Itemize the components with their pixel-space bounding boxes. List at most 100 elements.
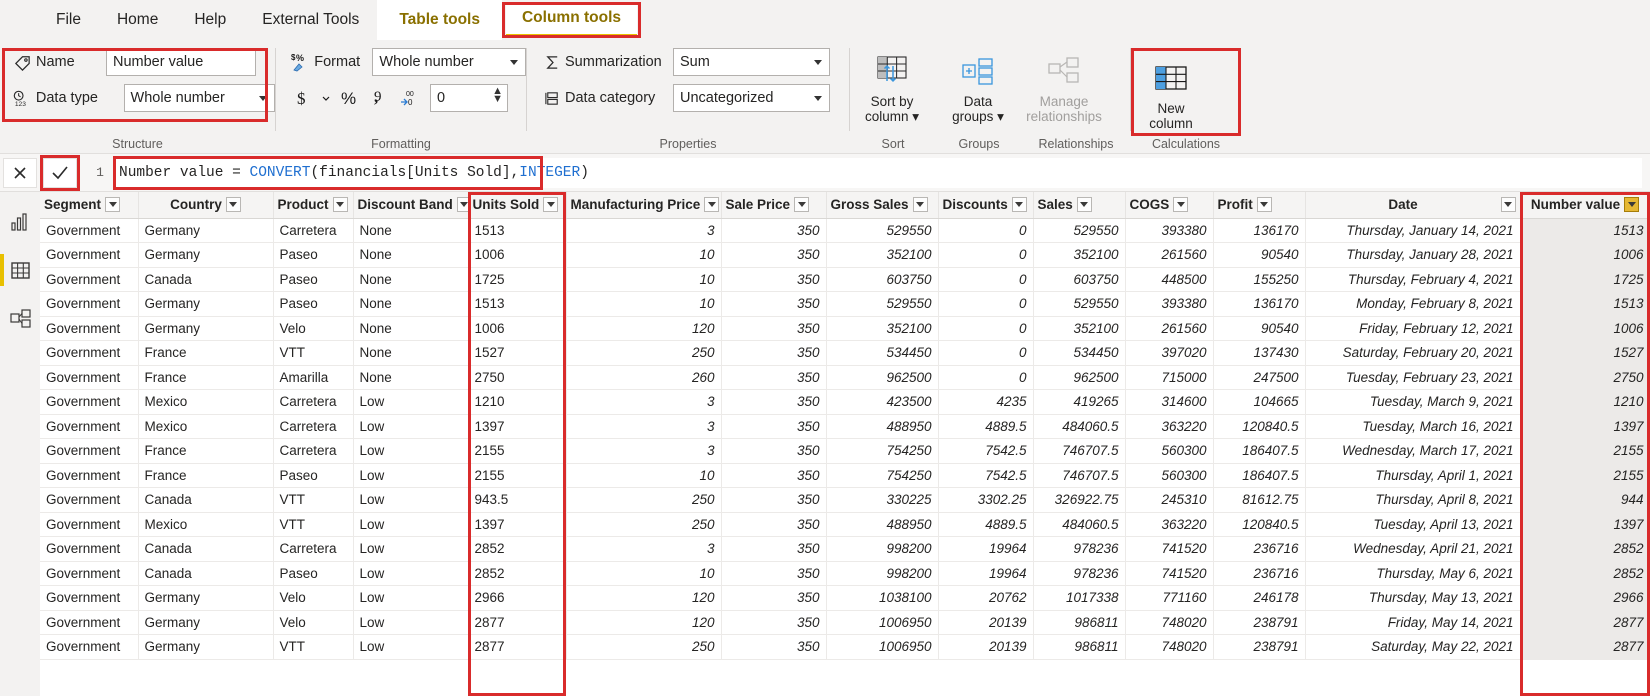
cell-profit[interactable]: 246178 xyxy=(1213,585,1306,611)
cell-sales[interactable]: 986811 xyxy=(1033,610,1126,635)
cell-product[interactable]: Paseo xyxy=(273,242,354,268)
cell-number-value[interactable]: 2155 xyxy=(1520,438,1650,464)
cell-discounts[interactable]: 20139 xyxy=(938,634,1034,660)
cell-profit[interactable]: 137430 xyxy=(1213,340,1306,366)
cell-sale-price[interactable]: 350 xyxy=(721,536,827,562)
table-row[interactable]: Government Germany Paseo None 1513 10 350 52955… xyxy=(40,291,1650,317)
cell-country[interactable]: Germany xyxy=(138,316,274,341)
cell-sale-price[interactable]: 350 xyxy=(721,365,827,390)
cell-discounts[interactable]: 0 xyxy=(938,316,1034,341)
column-header-discount-band[interactable]: Discount Band xyxy=(353,192,472,219)
cell-discount-band[interactable]: Low xyxy=(353,414,469,439)
filter-dropdown-icon[interactable] xyxy=(1624,197,1640,213)
table-row[interactable]: Government Germany Carretera None 1513 3 350 52… xyxy=(40,218,1650,243)
column-header-gross-sales[interactable]: Gross Sales xyxy=(826,192,939,219)
cell-date[interactable]: Tuesday, April 13, 2021 xyxy=(1305,512,1521,537)
table-row[interactable]: Government Mexico Carretera Low 1397 3 350 4889… xyxy=(40,414,1650,439)
filter-dropdown-icon[interactable] xyxy=(225,197,241,213)
cell-sales[interactable]: 978236 xyxy=(1033,561,1126,586)
chevron-down-icon[interactable]: ▾ xyxy=(912,109,919,124)
cell-product[interactable]: Carretera xyxy=(273,438,354,464)
cell-date[interactable]: Thursday, January 14, 2021 xyxy=(1305,218,1521,243)
cell-discounts[interactable]: 4889.5 xyxy=(938,512,1034,537)
new-column-button[interactable]: New column xyxy=(1136,53,1206,131)
cell-sales[interactable]: 529550 xyxy=(1033,218,1126,243)
cell-date[interactable]: Friday, May 14, 2021 xyxy=(1305,610,1521,635)
column-header-date[interactable]: Date xyxy=(1305,192,1521,219)
cell-sale-price[interactable]: 350 xyxy=(721,316,827,341)
cell-cogs[interactable]: 748020 xyxy=(1125,634,1214,660)
cell-manufacturing-price[interactable]: 250 xyxy=(566,487,722,513)
cell-product[interactable]: Carretera xyxy=(273,414,354,439)
cell-cogs[interactable]: 741520 xyxy=(1125,561,1214,586)
cell-country[interactable]: Canada xyxy=(138,561,274,586)
cell-segment[interactable]: Government xyxy=(40,438,139,464)
column-header-discounts[interactable]: Discounts xyxy=(938,192,1034,219)
cell-cogs[interactable]: 741520 xyxy=(1125,536,1214,562)
cell-discount-band[interactable]: None xyxy=(353,242,469,268)
table-row[interactable]: Government France Amarilla None 2750 260 350 96… xyxy=(40,365,1650,390)
cell-number-value[interactable]: 2852 xyxy=(1520,561,1650,586)
cell-gross-sales[interactable]: 1038100 xyxy=(826,585,939,611)
percent-format-button[interactable]: % xyxy=(334,84,364,112)
cell-country[interactable]: France xyxy=(138,340,274,366)
cell-product[interactable]: Carretera xyxy=(273,536,354,562)
cell-cogs[interactable]: 393380 xyxy=(1125,291,1214,317)
cell-cogs[interactable]: 748020 xyxy=(1125,610,1214,635)
cell-country[interactable]: Canada xyxy=(138,487,274,513)
cell-date[interactable]: Saturday, February 20, 2021 xyxy=(1305,340,1521,366)
table-row[interactable]: Government Germany Velo None 1006 120 350 35210… xyxy=(40,316,1650,341)
format-select[interactable]: Whole number xyxy=(372,48,526,76)
cell-gross-sales[interactable]: 998200 xyxy=(826,536,939,562)
column-header-sale-price[interactable]: Sale Price xyxy=(721,192,827,219)
cell-manufacturing-price[interactable]: 120 xyxy=(566,585,722,611)
cell-discount-band[interactable]: None xyxy=(353,218,469,243)
tab-home[interactable]: Home xyxy=(99,0,176,40)
cell-date[interactable]: Friday, February 12, 2021 xyxy=(1305,316,1521,341)
cell-sales[interactable]: 746707.5 xyxy=(1033,438,1126,464)
cell-manufacturing-price[interactable]: 10 xyxy=(566,242,722,268)
filter-dropdown-icon[interactable] xyxy=(1076,197,1092,213)
cell-segment[interactable]: Government xyxy=(40,634,139,660)
cell-sales[interactable]: 986811 xyxy=(1033,634,1126,660)
cell-segment[interactable]: Government xyxy=(40,316,139,341)
cell-gross-sales[interactable]: 1006950 xyxy=(826,610,939,635)
cell-discounts[interactable]: 19964 xyxy=(938,536,1034,562)
filter-dropdown-icon[interactable] xyxy=(332,197,348,213)
cell-sale-price[interactable]: 350 xyxy=(721,414,827,439)
chevron-down-icon[interactable]: ▼ xyxy=(492,94,503,105)
table-row[interactable]: Government Canada Paseo Low 2852 10 350 998200 1… xyxy=(40,561,1650,586)
cell-discount-band[interactable]: Low xyxy=(353,561,469,586)
cell-units-sold[interactable]: 1006 xyxy=(468,316,567,341)
cell-segment[interactable]: Government xyxy=(40,512,139,537)
cell-sales[interactable]: 962500 xyxy=(1033,365,1126,390)
cell-sale-price[interactable]: 350 xyxy=(721,389,827,415)
table-row[interactable]: Government Germany Velo Low 2966 120 350 103810… xyxy=(40,585,1650,611)
cell-cogs[interactable]: 771160 xyxy=(1125,585,1214,611)
chevron-down-icon[interactable]: ▾ xyxy=(997,109,1004,124)
cell-sales[interactable]: 484060.5 xyxy=(1033,414,1126,439)
cell-sale-price[interactable]: 350 xyxy=(721,487,827,513)
cell-sale-price[interactable]: 350 xyxy=(721,463,827,488)
cell-discounts[interactable]: 0 xyxy=(938,242,1034,268)
cell-manufacturing-price[interactable]: 10 xyxy=(566,291,722,317)
cell-segment[interactable]: Government xyxy=(40,389,139,415)
cell-date[interactable]: Tuesday, March 16, 2021 xyxy=(1305,414,1521,439)
cell-date[interactable]: Thursday, May 13, 2021 xyxy=(1305,585,1521,611)
cell-country[interactable]: Germany xyxy=(138,242,274,268)
cell-country[interactable]: Germany xyxy=(138,610,274,635)
cell-sales[interactable]: 352100 xyxy=(1033,242,1126,268)
cell-profit[interactable]: 186407.5 xyxy=(1213,463,1306,488)
stepper-arrows[interactable]: ▲ ▼ xyxy=(492,86,503,105)
cell-product[interactable]: Paseo xyxy=(273,267,354,292)
cell-units-sold[interactable]: 2877 xyxy=(468,610,567,635)
cell-gross-sales[interactable]: 603750 xyxy=(826,267,939,292)
cell-units-sold[interactable]: 2155 xyxy=(468,463,567,488)
cell-profit[interactable]: 81612.75 xyxy=(1213,487,1306,513)
cell-sales[interactable]: 978236 xyxy=(1033,536,1126,562)
cell-discount-band[interactable]: Low xyxy=(353,389,469,415)
cell-units-sold[interactable]: 1397 xyxy=(468,512,567,537)
filter-dropdown-icon[interactable] xyxy=(1256,197,1272,213)
cell-product[interactable]: Carretera xyxy=(273,218,354,243)
cell-country[interactable]: Germany xyxy=(138,634,274,660)
